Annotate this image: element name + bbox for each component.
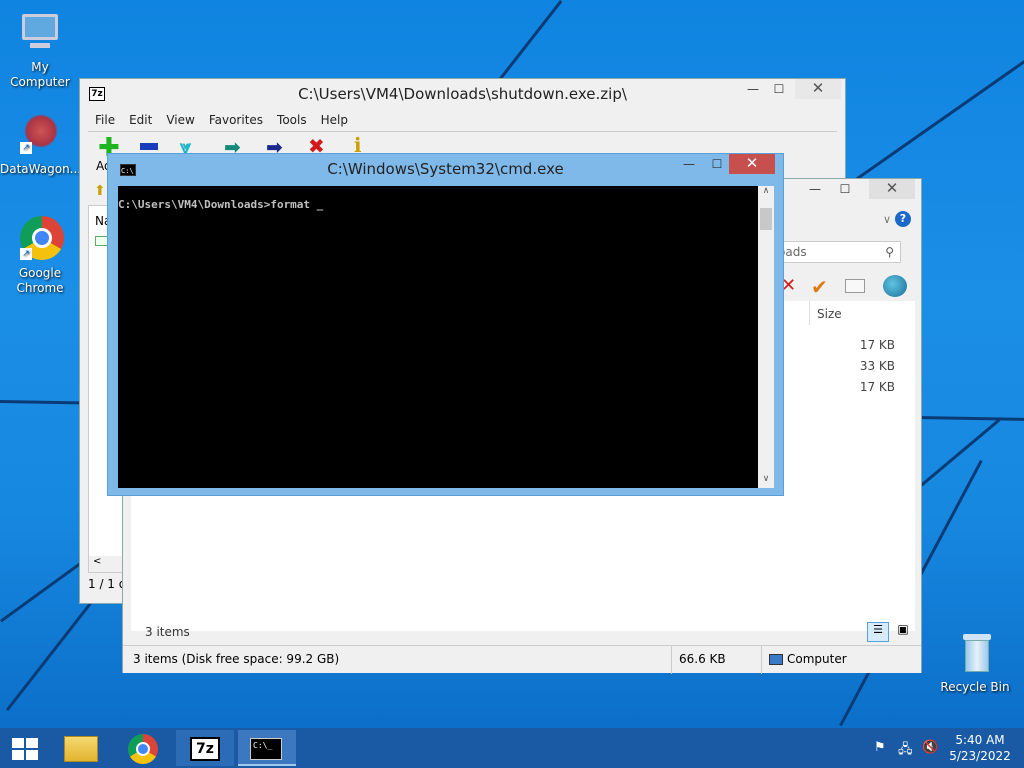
chrome-icon <box>128 734 158 764</box>
scroll-down-icon[interactable]: ∨ <box>758 474 774 488</box>
cmd-window[interactable]: C:\ C:\Windows\System32\cmd.exe — ☐ ✕ C:… <box>107 153 784 496</box>
folder-icon <box>64 736 98 762</box>
windows-logo-icon <box>12 738 38 760</box>
close-button[interactable]: ✕ <box>729 154 775 174</box>
large-icons-view-icon[interactable]: ▣ <box>893 622 913 642</box>
minimize-button[interactable]: — <box>801 179 829 199</box>
close-button[interactable]: ✕ <box>795 79 841 99</box>
taskbar: 7z C:\_ ⚑ 🖧 🔇 5:40 AM 5/23/2022 <box>0 728 1024 768</box>
desktop-icon-datawagon[interactable]: ↗ DataWagon... <box>0 112 81 177</box>
cmd-titlebar[interactable]: C:\ C:\Windows\System32\cmd.exe — ☐ ✕ <box>108 154 783 184</box>
help-icon[interactable]: ? <box>895 211 911 227</box>
volume-muted-icon[interactable]: 🔇 <box>922 740 938 755</box>
sevenzip-menubar: File Edit View Favorites Tools Help <box>88 110 355 130</box>
close-button[interactable]: ✕ <box>869 179 915 199</box>
explorer-statusbar: 3 items (Disk free space: 99.2 GB) 66.6 … <box>123 645 921 674</box>
maximize-button[interactable]: ☐ <box>765 79 793 99</box>
cmd-prompt-line: C:\Users\VM4\Downloads>format _ <box>118 198 324 211</box>
menu-file[interactable]: File <box>88 110 122 130</box>
up-folder-icon[interactable]: ⬆ <box>94 183 106 199</box>
desktop-icon-google-chrome[interactable]: ↗ Google Chrome <box>0 216 80 296</box>
cmd-scrollbar[interactable]: ∧ ∨ <box>758 186 774 488</box>
desktop-icon-recycle-bin[interactable]: Recycle Bin <box>935 630 1015 695</box>
taskbar-chrome[interactable] <box>114 730 172 766</box>
items-count: 3 items <box>145 625 190 639</box>
size-column-values: 17 KB 33 KB 17 KB <box>831 335 895 398</box>
menu-help[interactable]: Help <box>314 110 355 130</box>
clock-time: 5:40 AM <box>955 733 1005 747</box>
status-size: 66.6 KB <box>679 652 726 666</box>
list-item: 33 KB <box>859 359 895 373</box>
column-size[interactable]: Size <box>817 307 842 321</box>
status-location: Computer <box>787 652 847 666</box>
cmd-console[interactable]: C:\Users\VM4\Downloads>format _ <box>118 186 758 488</box>
sevenzip-titlebar[interactable]: 7z C:\Users\VM4\Downloads\shutdown.exe.z… <box>80 79 845 109</box>
monitor-icon <box>16 10 64 58</box>
details-view-icon[interactable]: ☰ <box>867 622 889 642</box>
desktop-icon-my-computer[interactable]: My Computer <box>0 10 80 90</box>
chevron-down-icon[interactable]: ∨ <box>883 213 891 226</box>
computer-icon <box>769 654 783 665</box>
scroll-thumb[interactable] <box>760 208 772 230</box>
clock[interactable]: 5:40 AM 5/23/2022 <box>944 728 1016 768</box>
7zip-icon: 7z <box>190 737 220 761</box>
minimize-button[interactable]: — <box>675 154 703 174</box>
chrome-icon: ↗ <box>16 216 64 264</box>
minimize-button[interactable]: — <box>739 79 767 99</box>
clock-date: 5/23/2022 <box>949 749 1011 763</box>
cmd-icon: C:\_ <box>250 738 282 760</box>
taskbar-file-explorer[interactable] <box>52 730 110 766</box>
list-item: 17 KB <box>859 380 895 394</box>
taskbar-cmd[interactable]: C:\_ <box>238 730 296 766</box>
network-icon[interactable]: 🖧 <box>898 740 913 762</box>
rename-icon[interactable] <box>845 279 865 293</box>
system-tray: ⚑ 🖧 🔇 <box>872 740 938 762</box>
menu-favorites[interactable]: Favorites <box>202 110 270 130</box>
taskbar-7zip[interactable]: 7z <box>176 730 234 766</box>
recycle-bin-icon <box>951 630 999 678</box>
shell-icon[interactable] <box>883 275 907 297</box>
sevenzip-title: C:\Users\VM4\Downloads\shutdown.exe.zip\ <box>298 85 627 103</box>
sevenzip-status: 1 / 1 o <box>88 577 127 591</box>
search-icon[interactable]: ⚲ <box>885 245 894 259</box>
action-center-icon[interactable]: ⚑ <box>874 740 886 755</box>
menu-tools[interactable]: Tools <box>270 110 314 130</box>
extract-icon[interactable] <box>140 143 158 150</box>
scroll-up-icon[interactable]: ∧ <box>758 186 774 200</box>
maximize-button[interactable]: ☐ <box>831 179 859 199</box>
search-input[interactable]: oads ⚲ <box>773 241 901 263</box>
menu-view[interactable]: View <box>159 110 201 130</box>
datawagon-icon: ↗ <box>16 112 64 160</box>
status-disk-space: 3 items (Disk free space: 99.2 GB) <box>133 652 340 666</box>
maximize-button[interactable]: ☐ <box>703 154 731 174</box>
list-item: 17 KB <box>859 338 895 352</box>
desktop: My Computer ↗ DataWagon... ↗ Google Chro… <box>0 0 1024 728</box>
check-icon[interactable]: ✔ <box>811 275 828 299</box>
start-button[interactable] <box>0 730 48 766</box>
menu-edit[interactable]: Edit <box>122 110 159 130</box>
